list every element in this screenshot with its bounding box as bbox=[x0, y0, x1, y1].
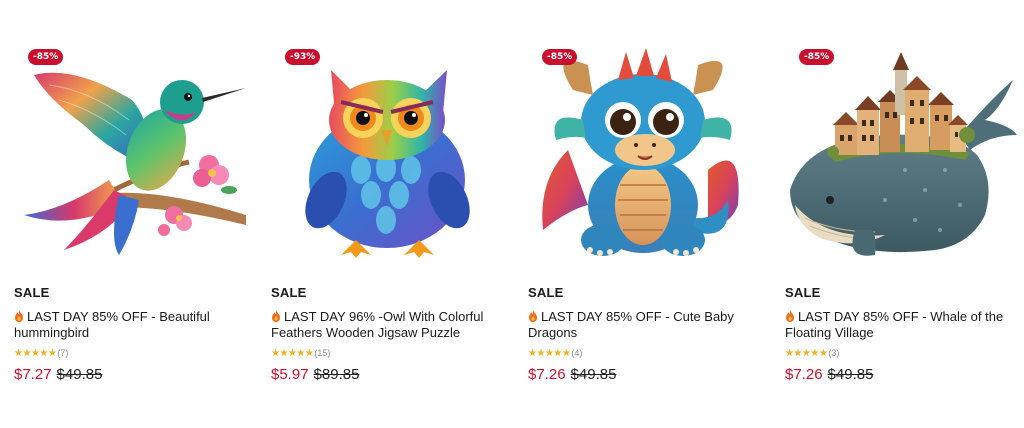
product-title-text: LAST DAY 85% OFF - Cute Baby Dragons bbox=[528, 309, 734, 340]
product-card[interactable]: -85% bbox=[528, 40, 760, 383]
sale-label: SALE bbox=[14, 285, 50, 300]
sale-price: $7.26 bbox=[785, 366, 823, 383]
compare-price: $49.85 bbox=[56, 366, 103, 383]
rating: ★★★★★ (3) bbox=[785, 347, 1017, 359]
review-count: (4) bbox=[571, 348, 583, 358]
product-card[interactable]: -85% bbox=[14, 40, 246, 383]
sale-label: SALE bbox=[528, 285, 564, 300]
sale-price: $5.97 bbox=[271, 366, 309, 383]
section-heading-cutoff bbox=[0, 0, 1024, 4]
product-card[interactable]: -93% SALE LAST DAY 96% -Owl With Colorfu… bbox=[271, 40, 503, 383]
product-title-text: LAST DAY 85% OFF - Beautiful hummingbird bbox=[14, 309, 210, 340]
price-block: $7.26 $49.85 bbox=[528, 366, 760, 383]
product-image-owl[interactable]: -93% bbox=[271, 40, 503, 265]
product-image-dragon[interactable]: -85% bbox=[528, 40, 760, 265]
star-rating-icon: ★★★★★ bbox=[785, 347, 828, 359]
discount-badge: -85% bbox=[542, 49, 578, 65]
rating: ★★★★★ (15) bbox=[271, 347, 503, 359]
discount-badge: -93% bbox=[285, 49, 321, 65]
fire-icon bbox=[529, 310, 537, 322]
review-count: (3) bbox=[828, 348, 840, 358]
product-title-text: LAST DAY 96% -Owl With Colorful Feathers… bbox=[271, 309, 484, 340]
product-title[interactable]: LAST DAY 85% OFF - Cute Baby Dragons bbox=[528, 309, 760, 341]
product-image-hummingbird[interactable]: -85% bbox=[14, 40, 246, 265]
star-rating-icon: ★★★★★ bbox=[271, 347, 314, 359]
product-grid: -85% SALE LAST DAY 85% OFF - Beautiful h… bbox=[14, 40, 1018, 383]
fire-icon bbox=[15, 310, 23, 322]
discount-badge: -85% bbox=[799, 49, 835, 65]
rating: ★★★★★ (7) bbox=[14, 347, 246, 359]
product-title[interactable]: LAST DAY 85% OFF - Beautiful hummingbird bbox=[14, 309, 246, 341]
product-title-text: LAST DAY 85% OFF - Whale of the Floating… bbox=[785, 309, 1004, 340]
compare-price: $49.85 bbox=[827, 366, 874, 383]
product-card[interactable]: -85% bbox=[785, 40, 1017, 383]
sale-price: $7.26 bbox=[528, 366, 566, 383]
fire-icon bbox=[272, 310, 280, 322]
product-title[interactable]: LAST DAY 96% -Owl With Colorful Feathers… bbox=[271, 309, 503, 341]
product-title[interactable]: LAST DAY 85% OFF - Whale of the Floating… bbox=[785, 309, 1017, 341]
sale-label: SALE bbox=[785, 285, 821, 300]
product-image-whale[interactable]: -85% bbox=[785, 40, 1017, 265]
star-rating-icon: ★★★★★ bbox=[14, 347, 57, 359]
review-count: (15) bbox=[314, 348, 331, 358]
price-block: $5.97 $89.85 bbox=[271, 366, 503, 383]
compare-price: $49.85 bbox=[570, 366, 617, 383]
price-block: $7.26 $49.85 bbox=[785, 366, 1017, 383]
fire-icon bbox=[786, 310, 794, 322]
star-rating-icon: ★★★★★ bbox=[528, 347, 571, 359]
discount-badge: -85% bbox=[28, 49, 64, 65]
sale-price: $7.27 bbox=[14, 366, 52, 383]
price-block: $7.27 $49.85 bbox=[14, 366, 246, 383]
product-grid-page: -85% SALE LAST DAY 85% OFF - Beautiful h… bbox=[0, 0, 1024, 428]
review-count: (7) bbox=[57, 348, 69, 358]
sale-label: SALE bbox=[271, 285, 307, 300]
compare-price: $89.85 bbox=[313, 366, 360, 383]
rating: ★★★★★ (4) bbox=[528, 347, 760, 359]
